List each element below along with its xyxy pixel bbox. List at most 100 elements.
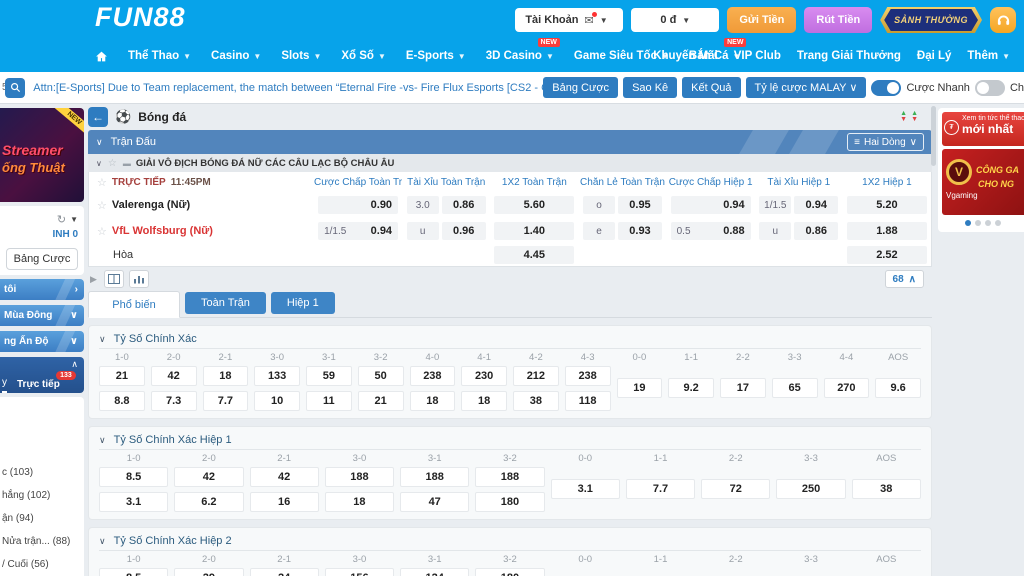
- handicap-box[interactable]: 3.0: [407, 196, 439, 214]
- score-odds-box[interactable]: 250: [776, 479, 845, 499]
- nav-right-item-4[interactable]: Thêm▼: [967, 50, 1010, 62]
- play-icon[interactable]: ▶: [90, 274, 97, 285]
- ticker-button-2[interactable]: Kết Quả: [682, 77, 740, 98]
- tab-2[interactable]: Hiệp 1: [271, 292, 335, 314]
- filter-item-1[interactable]: hắng (102): [2, 484, 80, 507]
- score-odds-box[interactable]: 18: [410, 391, 456, 411]
- quick-bet-toggle[interactable]: [871, 80, 901, 96]
- announcement-text[interactable]: Attn:[E-Sports] Due to Team replacement,…: [33, 82, 543, 94]
- section-title-row[interactable]: ∨Tỷ Số Chính Xác Hiệp 1: [99, 431, 921, 450]
- score-odds-box[interactable]: 11: [306, 391, 352, 411]
- sort-icon[interactable]: ▲▼ ▲▼: [900, 111, 918, 123]
- score-odds-box[interactable]: 42: [174, 467, 243, 487]
- score-odds-box[interactable]: 8.5: [99, 568, 168, 576]
- score-odds-box[interactable]: 29: [174, 568, 243, 576]
- ticker-button-1[interactable]: Sao Kê: [623, 77, 677, 98]
- score-odds-box[interactable]: 16: [250, 492, 319, 512]
- stats-button[interactable]: [129, 270, 149, 288]
- collapse-icon[interactable]: ∧: [71, 359, 78, 371]
- score-odds-box[interactable]: 47: [400, 492, 469, 512]
- rewards-button[interactable]: SẢNH THƯỞNG: [880, 7, 982, 33]
- score-odds-box[interactable]: 72: [701, 479, 770, 499]
- refresh-icon[interactable]: ↻: [57, 213, 66, 226]
- score-odds-box[interactable]: 65: [772, 378, 818, 398]
- score-odds-box[interactable]: 38: [513, 391, 559, 411]
- handicap-odds-box[interactable]: 0.94: [671, 196, 751, 214]
- score-odds-box[interactable]: 3.1: [551, 479, 620, 499]
- handicap-box[interactable]: e: [583, 222, 615, 240]
- back-button[interactable]: ←: [88, 107, 108, 127]
- nav-home[interactable]: [95, 50, 108, 63]
- display-mode-select[interactable]: ≡ Hai Dòng ∨: [847, 133, 924, 151]
- score-odds-box[interactable]: 133: [254, 366, 300, 386]
- handicap-odds-box[interactable]: 1/1.50.94: [318, 222, 398, 240]
- score-odds-box[interactable]: 238: [410, 366, 456, 386]
- score-odds-box[interactable]: 180: [475, 568, 544, 576]
- pitch-view-button[interactable]: [104, 270, 124, 288]
- nav-item-0[interactable]: Thể Thao▼: [128, 50, 191, 62]
- score-odds-box[interactable]: 21: [358, 391, 404, 411]
- score-odds-box[interactable]: 17: [720, 378, 766, 398]
- score-odds-box[interactable]: 156: [325, 568, 394, 576]
- score-odds-box[interactable]: 50: [358, 366, 404, 386]
- score-odds-box[interactable]: 188: [475, 467, 544, 487]
- score-odds-box[interactable]: 9.2: [668, 378, 714, 398]
- news-banner[interactable]: ₮ Xem tin tức thể thao mới nhất: [942, 112, 1024, 146]
- odds-box[interactable]: 5.20: [847, 196, 927, 214]
- score-odds-box[interactable]: 8.8: [99, 391, 145, 411]
- score-odds-box[interactable]: 7.7: [626, 479, 695, 499]
- filter-item-4[interactable]: / Cuối (56): [2, 553, 80, 576]
- nav-right-item-2[interactable]: Trang Giải Thưởng: [797, 50, 901, 62]
- sidebar-item-2[interactable]: ng Ấn Độ∨: [0, 331, 84, 352]
- tab-1[interactable]: Toàn Trận: [185, 292, 266, 314]
- score-odds-box[interactable]: 188: [325, 467, 394, 487]
- score-odds-box[interactable]: 7.7: [203, 391, 249, 411]
- favorite-star-icon[interactable]: ☆: [97, 225, 107, 238]
- sidebar-item-0[interactable]: tôi›: [0, 279, 84, 300]
- nav-item-3[interactable]: Xổ Số▼: [341, 50, 386, 62]
- favorite-star-icon[interactable]: ☆: [108, 158, 117, 169]
- score-odds-box[interactable]: 42: [250, 467, 319, 487]
- score-odds-box[interactable]: 18: [325, 492, 394, 512]
- sidebar-item-1[interactable]: Mùa Đông∨: [0, 305, 84, 326]
- odds-box[interactable]: 5.60: [494, 196, 574, 214]
- promo-banner[interactable]: Streamer ống Thuật NEW: [0, 108, 84, 202]
- score-odds-box[interactable]: 19: [617, 378, 663, 398]
- score-odds-box[interactable]: 9.6: [875, 378, 921, 398]
- ticker-button-0[interactable]: Bảng Cược: [543, 77, 618, 98]
- vgaming-banner[interactable]: V Vgaming CÔNG GA CHO NG: [942, 149, 1024, 215]
- handicap-box[interactable]: o: [583, 196, 615, 214]
- odds-box[interactable]: 2.52: [847, 246, 927, 264]
- handicap-odds-box[interactable]: 0.50.88: [671, 222, 751, 240]
- score-odds-box[interactable]: 124: [400, 568, 469, 576]
- odds-box[interactable]: 0.86: [442, 196, 486, 214]
- filter-item-0[interactable]: c (103): [2, 461, 80, 484]
- balance-menu[interactable]: 0 đ ▼: [631, 8, 719, 32]
- withdraw-button[interactable]: Rút Tiền: [804, 7, 872, 33]
- handicap-odds-box[interactable]: 0.90: [318, 196, 398, 214]
- odds-format-select[interactable]: Tỷ lệ cược MALAY ∨: [746, 77, 867, 98]
- odds-box[interactable]: 0.94: [794, 196, 838, 214]
- handicap-box[interactable]: 1/1.5: [759, 196, 791, 214]
- score-odds-box[interactable]: 8.5: [99, 467, 168, 487]
- odds-box[interactable]: 0.95: [618, 196, 662, 214]
- score-odds-box[interactable]: 180: [475, 492, 544, 512]
- score-odds-box[interactable]: 7.3: [151, 391, 197, 411]
- sidebar-tab-live[interactable]: Trực tiếp 133: [17, 379, 60, 393]
- odds-box[interactable]: 0.86: [794, 222, 838, 240]
- odds-box[interactable]: 1.88: [847, 222, 927, 240]
- account-menu[interactable]: Tài Khoản ✉ ▼: [515, 8, 623, 32]
- carousel-dot-2[interactable]: [985, 220, 991, 226]
- filter-item-3[interactable]: Nửa trận... (88): [2, 530, 80, 553]
- search-button[interactable]: [5, 78, 25, 98]
- league-row[interactable]: ∨ ☆ ▬ GIẢI VÔ ĐỊCH BÓNG ĐÁ NỮ CÁC CÂU LẠ…: [88, 154, 932, 172]
- score-odds-box[interactable]: 59: [306, 366, 352, 386]
- score-odds-box[interactable]: 3.1: [99, 492, 168, 512]
- odds-box[interactable]: 0.96: [442, 222, 486, 240]
- section-title-row[interactable]: ∨Tỷ Số Chính Xác: [99, 330, 921, 349]
- score-odds-box[interactable]: 270: [824, 378, 870, 398]
- nav-item-5[interactable]: 3D Casino▼NEW: [486, 50, 554, 62]
- score-odds-box[interactable]: 230: [461, 366, 507, 386]
- score-odds-box[interactable]: 238: [565, 366, 611, 386]
- score-odds-box[interactable]: 10: [254, 391, 300, 411]
